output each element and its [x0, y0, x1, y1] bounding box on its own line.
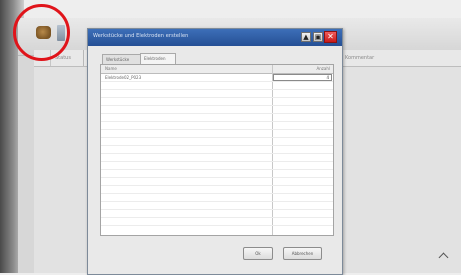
electrode-table: Name Anzahl Elektrode02_P023 4	[100, 64, 334, 236]
dialog-title: Werkstücke und Elektroden erstellen	[93, 33, 189, 39]
row-separator	[101, 177, 333, 178]
column-header-name[interactable]: Name	[105, 65, 117, 73]
row-name-cell: Elektrode02_P023	[105, 75, 142, 80]
table-header: Name Anzahl	[101, 65, 333, 74]
row-separator	[101, 185, 333, 186]
row-separator	[101, 217, 333, 218]
row-separator	[101, 113, 333, 114]
row-separator	[101, 209, 333, 210]
row-separator	[101, 169, 333, 170]
background-column-comment[interactable]: Kommentar	[340, 50, 461, 66]
quantity-input[interactable]: 4	[273, 74, 332, 81]
row-separator	[101, 153, 333, 154]
app-icon[interactable]	[36, 26, 51, 39]
row-separator	[101, 137, 333, 138]
row-separator	[101, 89, 333, 90]
row-separator	[101, 129, 333, 130]
tab-workpieces[interactable]: Werkstücke	[102, 54, 141, 64]
row-separator	[101, 121, 333, 122]
close-icon[interactable]: ✕	[324, 31, 337, 43]
restore-icon[interactable]: ▣	[313, 32, 323, 42]
row-separator	[101, 81, 333, 82]
row-separator	[101, 201, 333, 202]
row-separator	[101, 193, 333, 194]
create-workpieces-dialog: Werkstücke und Elektroden erstellen ▲ ▣ …	[87, 28, 343, 275]
column-header-quantity[interactable]: Anzahl	[317, 65, 332, 73]
row-separator	[101, 105, 333, 106]
toolbar-icon[interactable]	[57, 25, 65, 41]
row-separator	[101, 161, 333, 162]
table-row[interactable]: Elektrode02_P023 4	[101, 74, 333, 81]
tab-electrodes[interactable]: Elektroden	[140, 53, 176, 64]
arrow-up-icon[interactable]: ▲	[301, 32, 311, 42]
ok-button[interactable]: Ok	[243, 247, 273, 260]
dialog-titlebar[interactable]: Werkstücke und Elektroden erstellen ▲ ▣ …	[88, 29, 342, 46]
cancel-button[interactable]: Abbrechen	[283, 247, 322, 260]
row-separator	[101, 225, 333, 226]
row-separator	[101, 97, 333, 98]
row-separator	[101, 145, 333, 146]
background-column-status[interactable]: Status	[50, 50, 84, 66]
